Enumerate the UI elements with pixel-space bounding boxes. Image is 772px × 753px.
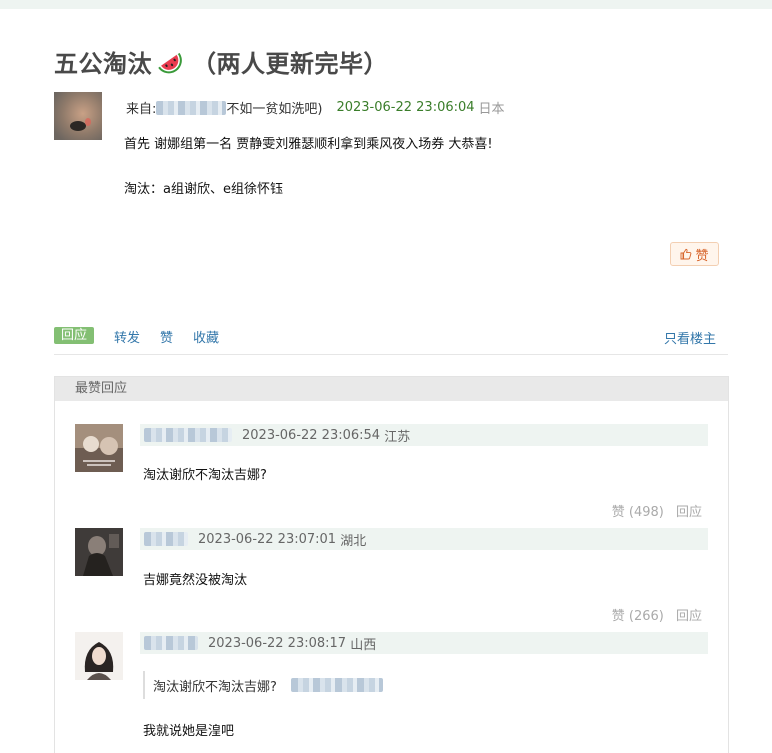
- only-op-link[interactable]: 只看楼主: [664, 328, 716, 347]
- comment-text: 我就说她是湟吧: [143, 724, 235, 739]
- reply-button[interactable]: 回应: [54, 327, 95, 344]
- collect-button[interactable]: 收藏: [193, 327, 219, 346]
- top-bar: [0, 0, 772, 9]
- from-label: 来自:: [126, 102, 157, 117]
- author-name[interactable]: 不如一贫如洗吧): [226, 98, 322, 117]
- comment-avatar[interactable]: [75, 528, 123, 576]
- comment-timestamp: 2023-06-22 23:08:17: [208, 635, 347, 651]
- comment-avatar[interactable]: [75, 632, 123, 680]
- blurred-username[interactable]: [144, 636, 198, 650]
- post-meta: 来自: 不如一贫如洗吧) 2023-06-22 23:06:04 日本: [126, 98, 505, 117]
- quoted-comment: 淘汰谢欣不淘汰吉娜?: [143, 671, 383, 699]
- comment-location: 湖北: [340, 533, 367, 549]
- post-location: 日本: [478, 102, 505, 117]
- blurred-quoted-username[interactable]: [290, 678, 383, 692]
- thumbs-up-icon: [681, 248, 692, 260]
- post-like-button[interactable]: 赞: [670, 242, 719, 266]
- comment-actions: 赞 (266) 回应: [612, 605, 702, 624]
- quoted-text: 淘汰谢欣不淘汰吉娜?: [153, 679, 277, 695]
- comment-text: 淘汰谢欣不淘汰吉娜?: [143, 468, 267, 483]
- comment-header: 2023-06-22 23:06:54 江苏: [140, 424, 708, 446]
- post-action-bar: 回应 转发 赞 收藏: [54, 327, 728, 355]
- post-title: 五公淘汰 （两人更新完毕）: [54, 44, 388, 79]
- forward-button[interactable]: 转发: [114, 327, 140, 346]
- best-comments-header: 最赞回应: [55, 377, 728, 401]
- post-paragraph-2: 淘汰：a组谢欣、e组徐怀钰: [124, 182, 283, 197]
- comment-location: 山西: [350, 637, 377, 653]
- comment-timestamp: 2023-06-22 23:07:01: [198, 531, 337, 547]
- post-paragraph-1: 首先 谢娜组第一名 贾静雯刘雅瑟顺利拿到乘风夜入场券 大恭喜!: [124, 137, 493, 152]
- post-timestamp: 2023-06-22 23:06:04: [336, 100, 475, 115]
- comment-like-button[interactable]: 赞 (498): [612, 505, 664, 520]
- comment-location: 江苏: [384, 429, 411, 445]
- comment-like-button[interactable]: 赞 (266): [612, 609, 664, 624]
- comment-actions: 赞 (498) 回应: [612, 501, 702, 520]
- comment-reply-button[interactable]: 回应: [676, 505, 702, 520]
- comment-timestamp: 2023-06-22 23:06:54: [242, 427, 381, 443]
- blurred-username[interactable]: [144, 428, 232, 442]
- like-button[interactable]: 赞: [160, 327, 173, 346]
- comment-avatar[interactable]: [75, 424, 123, 472]
- post-like-label: 赞: [695, 248, 709, 264]
- comment-text: 吉娜竟然没被淘汰: [143, 573, 248, 588]
- blurred-username[interactable]: [144, 532, 188, 546]
- comment-header: 2023-06-22 23:07:01 湖北: [140, 528, 708, 550]
- post-title-text: 五公淘汰: [54, 50, 152, 78]
- comment-reply-button[interactable]: 回应: [676, 609, 702, 624]
- author-avatar[interactable]: [54, 92, 102, 140]
- watermelon-icon: [158, 52, 182, 73]
- blurred-author-name: [156, 100, 227, 115]
- comment-header: 2023-06-22 23:08:17 山西: [140, 632, 708, 654]
- post-title-suffix: （两人更新完毕）: [192, 50, 388, 78]
